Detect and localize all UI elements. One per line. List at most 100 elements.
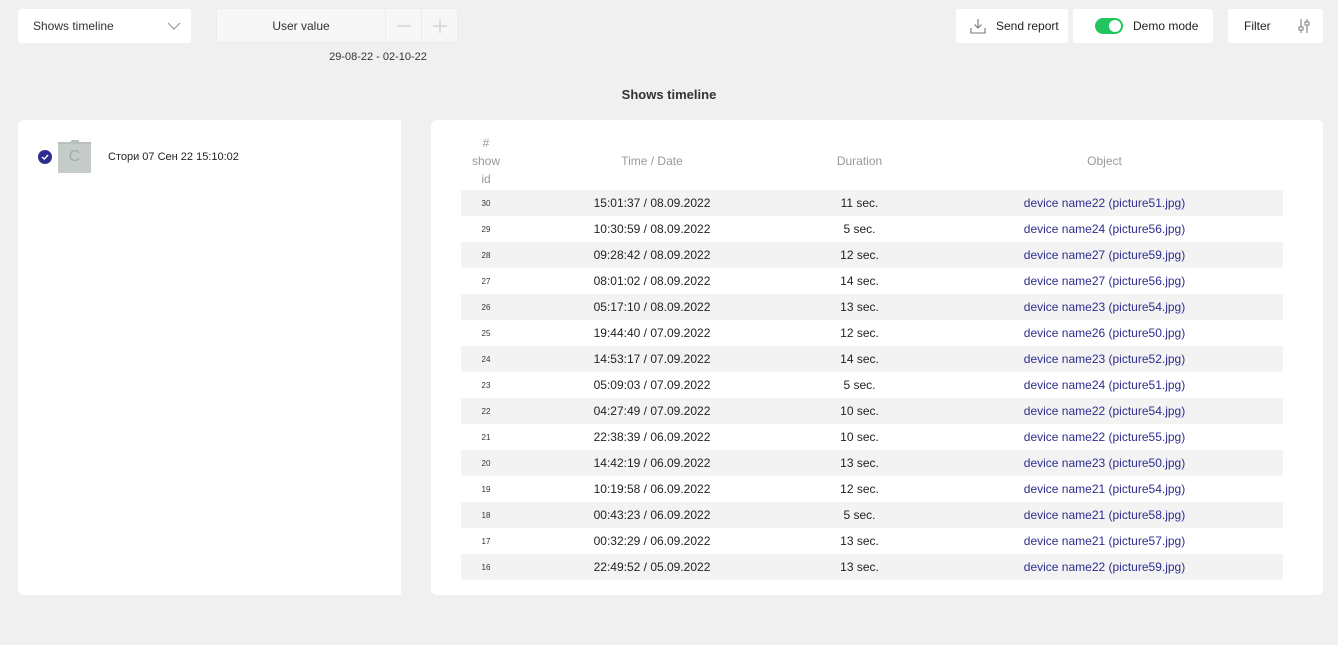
cell-duration: 5 sec. (793, 502, 926, 528)
cell-show-id: 19 (481, 484, 491, 494)
cell-duration: 5 sec. (843, 222, 876, 236)
cell-show-id: 18 (461, 502, 511, 528)
cell-object-link[interactable]: device name23 (picture52.jpg) (926, 346, 1283, 372)
cell-show-id: 16 (461, 554, 511, 580)
cell-object-link[interactable]: device name23 (picture54.jpg) (926, 294, 1283, 320)
cell-time-date: 22:38:39 / 06.09.2022 (593, 430, 711, 444)
header-id-line1: # (482, 136, 490, 150)
cell-show-id: 21 (481, 432, 491, 442)
cell-object-link[interactable]: device name24 (picture51.jpg) (926, 372, 1283, 398)
top-toolbar: Shows timeline User value 29-08-22 - 02-… (0, 0, 1338, 70)
cell-duration: 5 sec. (843, 378, 876, 392)
cell-duration: 14 sec. (793, 346, 926, 372)
chevron-down-icon (167, 22, 181, 30)
cell-time-date: 08:01:02 / 08.09.2022 (593, 274, 711, 288)
check-icon[interactable] (38, 149, 52, 164)
cell-time-date: 14:53:17 / 07.09.2022 (511, 346, 793, 372)
folder-icon: C (58, 140, 91, 173)
header-show-id[interactable]: # show id (461, 132, 511, 190)
table-row: 29 10:30:59 / 08.09.2022 5 sec. device name… (461, 216, 1283, 242)
cell-object-link[interactable]: device name22 (picture54.jpg) (926, 398, 1283, 424)
cell-duration: 10 sec. (840, 430, 879, 444)
table-row: 27 08:01:02 / 08.09.2022 14 sec. device nam… (461, 268, 1283, 294)
toggle-switch[interactable] (1095, 18, 1123, 34)
page-title: Shows timeline (621, 87, 717, 102)
view-select[interactable]: Shows timeline (18, 9, 191, 43)
cell-show-id: 20 (461, 450, 511, 476)
cell-show-id: 28 (461, 242, 511, 268)
cell-object-link[interactable]: device name22 (picture59.jpg) (926, 554, 1283, 580)
table-row: 30 15:01:37 / 08.09.2022 11 sec. device nam… (461, 190, 1283, 216)
sliders-icon (1298, 19, 1310, 33)
cell-show-id: 27 (481, 276, 491, 286)
cell-duration: 13 sec. (793, 294, 926, 320)
cell-time-date: 10:30:59 / 08.09.2022 (593, 222, 711, 236)
cell-show-id: 25 (481, 328, 491, 338)
header-object[interactable]: Object (926, 132, 1283, 190)
cell-show-id: 24 (461, 346, 511, 372)
cell-time-date: 22:49:52 / 05.09.2022 (511, 554, 793, 580)
cell-show-id: 29 (481, 224, 491, 234)
table-row: 22 04:27:49 / 07.09.2022 10 sec. device nam… (461, 398, 1283, 424)
table-row: 21 22:38:39 / 06.09.2022 10 sec. device nam… (461, 424, 1283, 450)
cell-show-id: 26 (461, 294, 511, 320)
plus-icon (432, 18, 447, 33)
cell-time-date: 05:09:03 / 07.09.2022 (593, 378, 711, 392)
date-range[interactable]: 29-08-22 - 02-10-22 (300, 51, 456, 63)
cell-time-date: 05:17:10 / 08.09.2022 (511, 294, 793, 320)
story-item[interactable]: C Стори 07 Сен 22 15:10:02 (38, 140, 239, 173)
cell-duration: 11 sec. (793, 190, 926, 216)
story-label: Стори 07 Сен 22 15:10:02 (108, 150, 239, 163)
cell-object-link[interactable]: device name22 (picture55.jpg) (926, 424, 1283, 450)
decrement-button[interactable] (386, 8, 422, 43)
table-row: 19 10:19:58 / 06.09.2022 12 sec. device nam… (461, 476, 1283, 502)
cell-object-link[interactable]: device name22 (picture51.jpg) (926, 190, 1283, 216)
cell-object-link[interactable]: device name24 (picture56.jpg) (926, 216, 1283, 242)
cell-time-date: 15:01:37 / 08.09.2022 (511, 190, 793, 216)
filter-button[interactable]: Filter (1228, 9, 1323, 43)
cell-object-link[interactable]: device name21 (picture57.jpg) (926, 528, 1283, 554)
cell-object-link[interactable]: device name23 (picture50.jpg) (926, 450, 1283, 476)
cell-object-link[interactable]: device name21 (picture58.jpg) (926, 502, 1283, 528)
filter-label: Filter (1244, 19, 1271, 33)
cell-object-link[interactable]: device name27 (picture59.jpg) (926, 242, 1283, 268)
table-row: 28 09:28:42 / 08.09.2022 12 sec. device nam… (461, 242, 1283, 268)
cell-time-date: 10:19:58 / 06.09.2022 (593, 482, 711, 496)
table-row: 23 05:09:03 / 07.09.2022 5 sec. device name… (461, 372, 1283, 398)
cell-duration: 13 sec. (793, 450, 926, 476)
cell-object-link[interactable]: device name26 (picture50.jpg) (926, 320, 1283, 346)
user-value-label: User value (216, 8, 386, 43)
cell-show-id: 22 (461, 398, 511, 424)
toggle-knob (1109, 20, 1121, 32)
timeline-table: # show id Time / Date Duration Object 30… (461, 132, 1283, 580)
cell-time-date: 04:27:49 / 07.09.2022 (511, 398, 793, 424)
table-row: 17 00:32:29 / 06.09.2022 13 sec. device nam… (461, 528, 1283, 554)
cell-show-id: 30 (461, 190, 511, 216)
timeline-panel: # show id Time / Date Duration Object 30… (431, 120, 1323, 595)
cell-time-date: 00:43:23 / 06.09.2022 (511, 502, 793, 528)
table-row: 25 19:44:40 / 07.09.2022 12 sec. device nam… (461, 320, 1283, 346)
cell-time-date: 14:42:19 / 06.09.2022 (511, 450, 793, 476)
table-row: 26 05:17:10 / 08.09.2022 13 sec. device nam… (461, 294, 1283, 320)
cell-object-link[interactable]: device name21 (picture54.jpg) (926, 476, 1283, 502)
view-select-value: Shows timeline (33, 19, 114, 33)
demo-mode-toggle[interactable]: Demo mode (1073, 9, 1213, 43)
header-id-line2: show (471, 154, 500, 168)
cell-duration: 10 sec. (793, 398, 926, 424)
minus-icon (396, 24, 411, 27)
header-id-line3: id (481, 172, 491, 186)
header-time-date[interactable]: Time / Date (511, 132, 793, 190)
cell-duration: 13 sec. (793, 554, 926, 580)
header-duration[interactable]: Duration (793, 132, 926, 190)
increment-button[interactable] (422, 8, 458, 43)
cell-duration: 12 sec. (840, 326, 879, 340)
send-report-label: Send report (996, 19, 1059, 33)
cell-duration: 14 sec. (840, 274, 879, 288)
cell-duration: 12 sec. (793, 242, 926, 268)
story-list-panel: C Стори 07 Сен 22 15:10:02 (18, 120, 401, 595)
send-report-button[interactable]: Send report (956, 9, 1068, 43)
folder-letter: C (68, 148, 81, 165)
cell-object-link[interactable]: device name27 (picture56.jpg) (926, 268, 1283, 294)
cell-time-date: 00:32:29 / 06.09.2022 (593, 534, 711, 548)
cell-time-date: 09:28:42 / 08.09.2022 (511, 242, 793, 268)
